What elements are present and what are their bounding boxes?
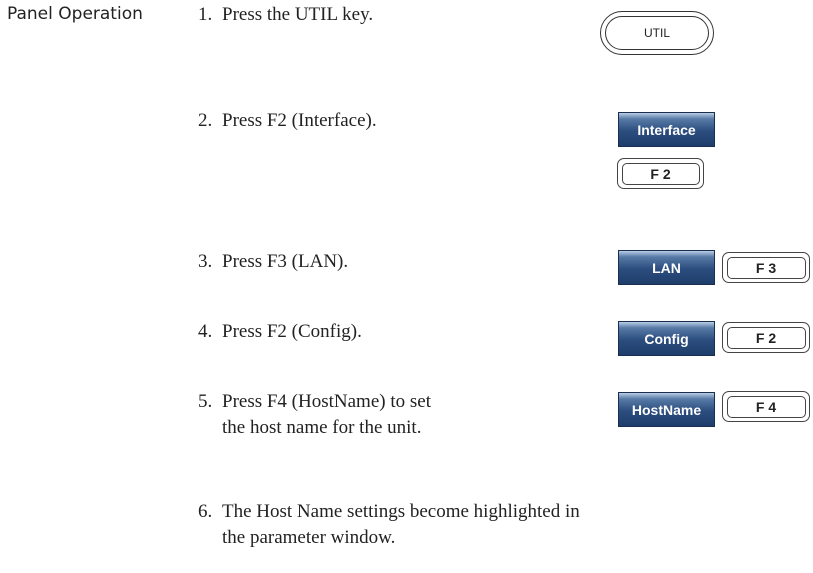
config-softkey-label: Config (644, 330, 689, 347)
util-key-label: UTIL (643, 26, 670, 40)
f4-key[interactable]: F 4 (722, 391, 810, 422)
step-text: Press the UTIL key. (222, 4, 374, 25)
step-text: Press F3 (LAN). (222, 251, 349, 272)
section-label: Panel Operation (7, 4, 143, 24)
hostname-softkey[interactable]: HostName (618, 392, 715, 427)
step-text: Press F2 (Config). (222, 321, 362, 342)
step-number: 3. (198, 251, 213, 272)
step-2: 2. Press F2 (Interface). (198, 108, 377, 134)
step-5: 5. Press F4 (HostName) to set the host na… (198, 389, 431, 441)
interface-softkey[interactable]: Interface (618, 112, 715, 147)
lan-softkey[interactable]: LAN (618, 250, 715, 285)
step-text-line1: Press F4 (HostName) to set (222, 391, 431, 412)
interface-softkey-label: Interface (637, 121, 696, 138)
f2-key-label: F 2 (650, 165, 671, 182)
step-text: Press F2 (Interface). (222, 110, 377, 131)
step-number: 5. (198, 391, 213, 412)
util-key[interactable]: UTIL (600, 11, 714, 55)
lan-softkey-label: LAN (652, 259, 681, 276)
step-4: 4. Press F2 (Config). (198, 319, 362, 345)
step-number: 6. (198, 501, 213, 522)
step-number: 1. (198, 4, 213, 25)
step-3: 3. Press F3 (LAN). (198, 249, 348, 275)
config-softkey[interactable]: Config (618, 321, 715, 356)
step-number: 2. (198, 110, 213, 131)
f3-key-label: F 3 (755, 259, 777, 276)
step-1: 1. Press the UTIL key. (198, 2, 373, 28)
f4-key-label: F 4 (755, 398, 777, 415)
f3-key[interactable]: F 3 (722, 252, 810, 283)
f2-key-label: F 2 (755, 329, 777, 346)
hostname-softkey-label: HostName (631, 401, 702, 418)
step-text-line2: the parameter window. (222, 527, 396, 548)
step-6: 6. The Host Name settings become highligh… (198, 499, 580, 551)
f2-key-config[interactable]: F 2 (722, 322, 810, 353)
step-number: 4. (198, 321, 213, 342)
step-text-line2: the host name for the unit. (222, 417, 422, 438)
step-text-line1: The Host Name settings become highlighte… (222, 501, 580, 522)
f2-key[interactable]: F 2 (617, 158, 704, 189)
